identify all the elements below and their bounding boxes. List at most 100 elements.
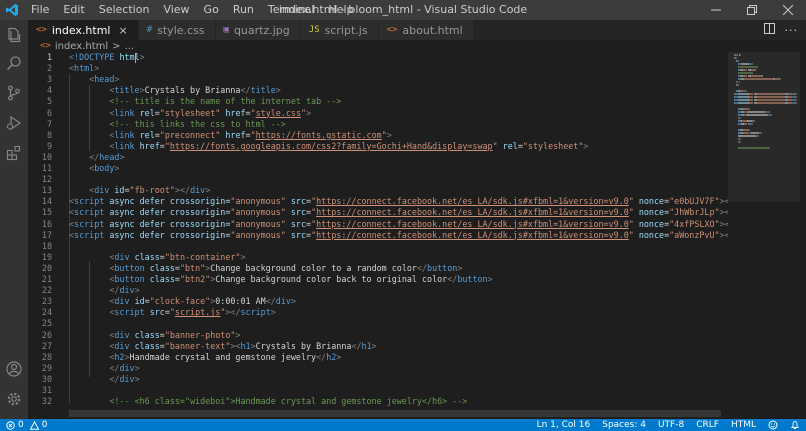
settings-gear-icon[interactable] xyxy=(3,388,25,410)
code-line[interactable]: 31 xyxy=(28,385,728,396)
close-tab-icon[interactable]: × xyxy=(119,24,128,37)
code-line[interactable]: 12 xyxy=(28,174,728,185)
minimap[interactable] xyxy=(728,40,806,410)
code-token: </ xyxy=(240,85,251,96)
code-line[interactable]: 1 <!DOCTYPE html> xyxy=(28,52,728,63)
extensions-icon[interactable] xyxy=(3,142,25,164)
code-line[interactable]: 14 <script async defer crossorigin="anony… xyxy=(28,196,728,207)
code-editor[interactable]: 1 <!DOCTYPE html> 2 <html> 3 <head> 4 <title>… xyxy=(28,52,728,410)
code-token: "4xfPSLXO" xyxy=(669,218,720,229)
line-number: 17 xyxy=(41,229,52,240)
menu-view[interactable]: View xyxy=(156,0,196,20)
cursor-position[interactable]: Ln 1, Col 16 xyxy=(537,420,591,430)
code-line[interactable]: 25 xyxy=(28,318,728,329)
tab-script-js[interactable]: JS script.js xyxy=(300,20,379,40)
code-token: "btn2" xyxy=(179,274,211,284)
line-number: 5 xyxy=(46,96,52,107)
menu-selection[interactable]: Selection xyxy=(92,0,157,20)
code-line[interactable]: 9 <link href="https://fonts.googleapis.c… xyxy=(28,141,728,152)
tab-index-html[interactable]: <> index.html × xyxy=(28,20,139,40)
language-mode[interactable]: HTML xyxy=(731,420,756,430)
code-token: >< xyxy=(230,340,241,351)
minimap-token xyxy=(737,66,759,68)
title-bar: File Edit Selection View Go Run Terminal Help i… xyxy=(0,0,806,20)
code-line[interactable]: 28 <h2>Handmade crystal and gemstone jew… xyxy=(28,352,728,363)
tab-style-css[interactable]: # style.css xyxy=(138,20,216,40)
code-line[interactable]: 15 <script async defer crossorigin="anony… xyxy=(28,207,728,218)
code-line[interactable]: 17 <script async defer crossorigin="anony… xyxy=(28,230,728,241)
error-count: 0 xyxy=(18,420,24,430)
menu-terminal[interactable]: Terminal xyxy=(261,0,322,20)
code-line[interactable]: 23 <div id="clock-face">0:00:01 AM</div> xyxy=(28,296,728,307)
code-line[interactable]: 21 <button class="btn2">Change backgroun… xyxy=(28,274,728,285)
code-line[interactable]: 18 xyxy=(28,241,728,252)
close-window-icon[interactable] xyxy=(770,0,806,20)
menu-run[interactable]: Run xyxy=(226,0,261,20)
code-token: https://connect.facebook.net/es_LA/sdk.j… xyxy=(316,218,629,229)
code-token: div xyxy=(119,285,135,296)
encoding[interactable]: UTF-8 xyxy=(658,420,684,430)
more-actions-icon[interactable]: ··· xyxy=(785,24,799,37)
code-line[interactable]: 3 <head> xyxy=(28,74,728,85)
minimize-icon[interactable] xyxy=(698,0,734,20)
code-line[interactable]: 16 <script async defer crossorigin="anony… xyxy=(28,219,728,230)
code-line[interactable]: 10 </head> xyxy=(28,152,728,163)
indentation[interactable]: Spaces: 4 xyxy=(602,420,646,430)
code-token: src xyxy=(290,229,307,240)
menu-file[interactable]: File xyxy=(24,0,56,20)
code-line[interactable]: 27 <div class="banner-text"><h1>Crystals… xyxy=(28,341,728,352)
account-icon[interactable] xyxy=(3,358,25,380)
minimap-token xyxy=(739,138,741,140)
code-token: html xyxy=(119,52,140,62)
code-token: link xyxy=(114,140,140,151)
code-text: <div class="banner-text"><h1>Crystals by… xyxy=(69,340,376,352)
menu-go[interactable]: Go xyxy=(197,0,226,20)
run-debug-icon[interactable] xyxy=(3,112,25,134)
tab-label: script.js xyxy=(324,23,368,37)
code-line[interactable]: 13 <div id="fb-root"></div> xyxy=(28,185,728,196)
code-line[interactable]: 2 <html> xyxy=(28,63,728,74)
tab-quartz-jpg[interactable]: ▣ quartz.jpg xyxy=(215,20,301,40)
code-line[interactable]: 7 <!-- this links the css to html --> xyxy=(28,119,728,130)
code-line[interactable]: 8 <link rel="preconnect" href="https://f… xyxy=(28,130,728,141)
tab-about-html[interactable]: <> about.html xyxy=(378,20,474,40)
code-line[interactable]: 29 </div> xyxy=(28,363,728,374)
code-token: > xyxy=(94,63,100,74)
problems-indicator[interactable]: 0 0 xyxy=(0,420,47,430)
explorer-icon[interactable] xyxy=(3,24,25,46)
split-editor-icon[interactable] xyxy=(763,23,775,37)
source-control-icon[interactable] xyxy=(3,82,25,104)
code-token: Crystals by Brianna xyxy=(144,85,241,96)
code-line[interactable]: 6 <link rel="stylesheet" href="style.css… xyxy=(28,108,728,119)
minimap-token xyxy=(750,132,760,134)
code-line[interactable]: 30 </div> xyxy=(28,374,728,385)
horizontal-scrollbar[interactable] xyxy=(69,410,721,417)
restore-icon[interactable] xyxy=(734,0,770,20)
notifications-bell-icon[interactable] xyxy=(790,420,800,430)
menu-help[interactable]: Help xyxy=(321,0,360,20)
line-ending[interactable]: CRLF xyxy=(696,420,719,430)
code-line[interactable]: 32 <!-- <h6 class="wideboi">Handmade cry… xyxy=(28,396,728,407)
breadcrumb-more[interactable]: ... xyxy=(125,41,135,52)
code-line[interactable]: 4 <title>Crystals by Brianna</title> xyxy=(28,85,728,96)
code-token: > xyxy=(240,251,246,262)
code-token: script.js xyxy=(174,307,221,318)
breadcrumb-file[interactable]: index.html xyxy=(55,41,108,52)
code-line[interactable]: 26 <div class="banner-photo"> xyxy=(28,330,728,341)
line-number: 21 xyxy=(41,274,52,284)
feedback-icon[interactable] xyxy=(768,420,778,430)
code-line[interactable]: 19 <div class="btn-container"> xyxy=(28,252,728,263)
code-line[interactable]: 11 <body> xyxy=(28,163,728,174)
code-line[interactable]: 24 <script src="script.js"></script> xyxy=(28,307,728,318)
minimap-token xyxy=(796,102,798,104)
tab-label: index.html xyxy=(51,23,111,37)
code-line[interactable]: 5 <!-- title is the name of the internet… xyxy=(28,96,728,107)
search-icon[interactable] xyxy=(3,52,25,74)
line-number: 10 xyxy=(41,151,52,162)
code-line[interactable]: 22 </div> xyxy=(28,285,728,296)
menu-edit[interactable]: Edit xyxy=(56,0,91,20)
code-text: <script src="script.js"></script> xyxy=(69,307,275,318)
code-line[interactable]: 20 <button class="btn">Change background… xyxy=(28,263,728,274)
